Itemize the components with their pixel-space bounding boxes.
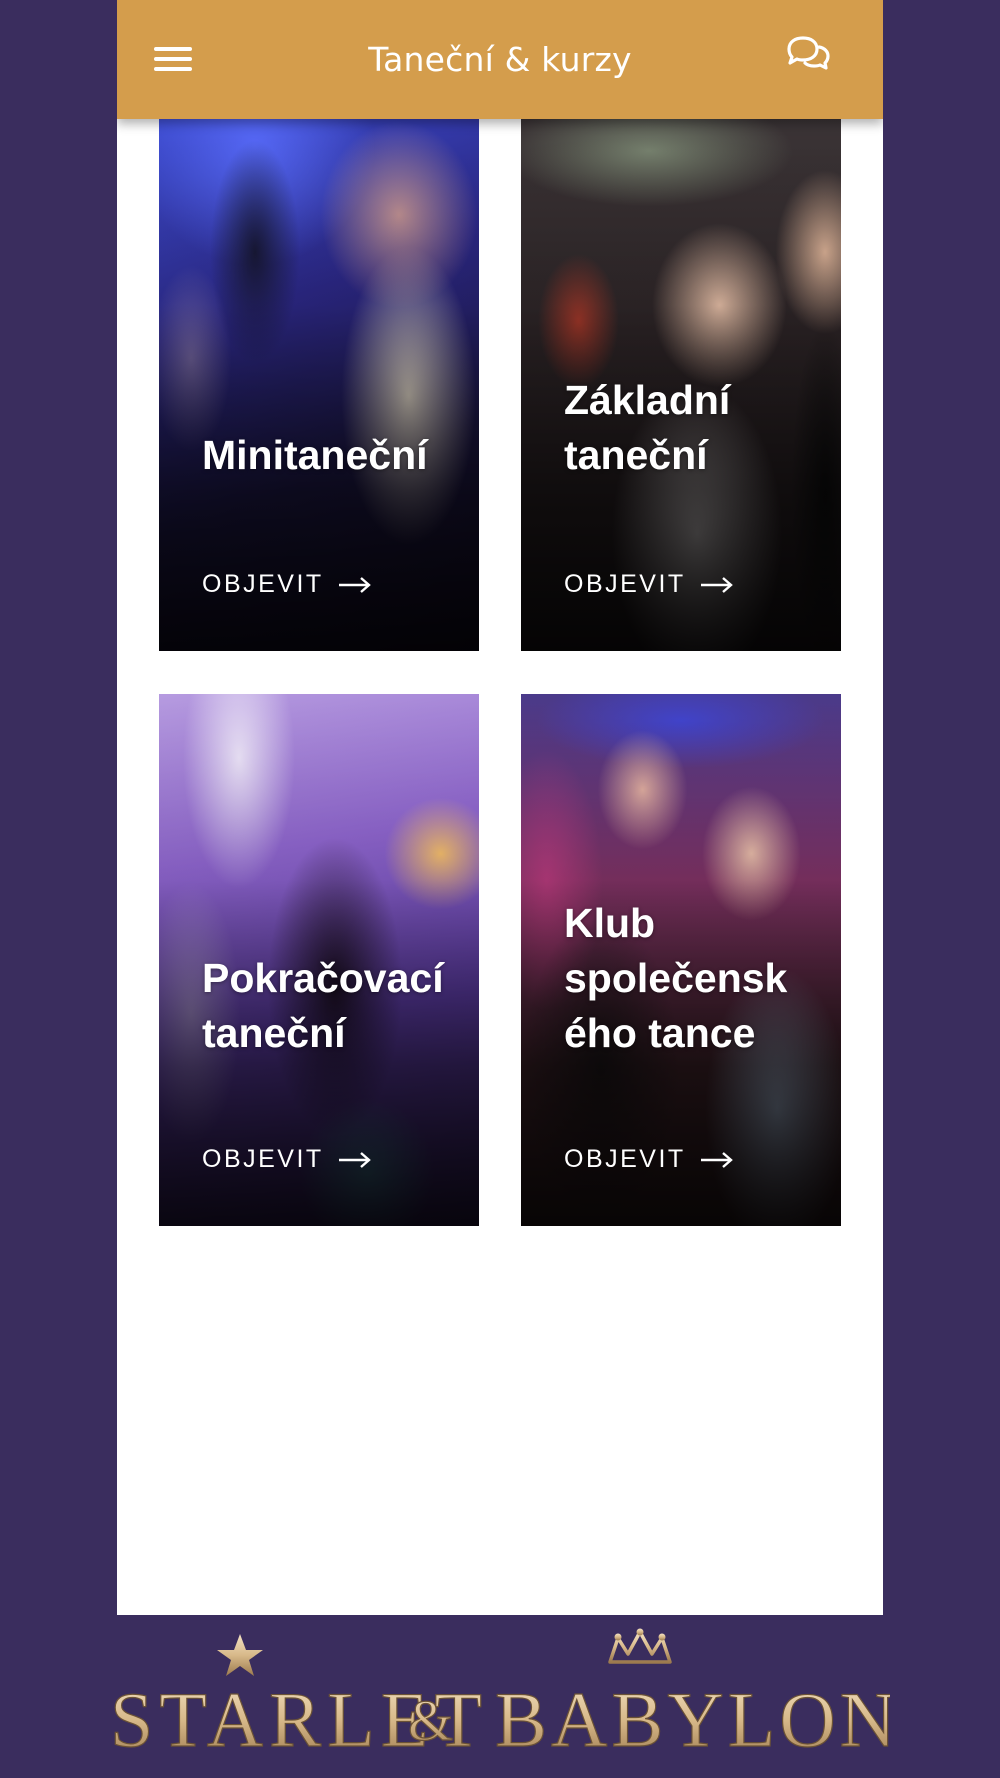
discover-label: OBJEVIT <box>202 570 324 598</box>
app-panel: Taneční & kurzy Minitaneční OBJEVIT Zákl… <box>117 0 883 1615</box>
top-app-bar: Taneční & kurzy <box>117 0 883 119</box>
discover-link[interactable]: OBJEVIT <box>202 1145 372 1174</box>
discover-link[interactable]: OBJEVIT <box>564 570 734 599</box>
arrow-right-icon <box>700 1151 733 1168</box>
discover-link[interactable]: OBJEVIT <box>202 570 372 599</box>
course-title: Klub společensk ého tance <box>564 900 788 1056</box>
arrow-right-icon <box>700 576 733 593</box>
hamburger-menu-icon[interactable] <box>154 42 194 72</box>
chat-bubbles-icon[interactable] <box>783 35 831 75</box>
course-title: Minitaneční <box>202 432 428 478</box>
starlet-babylon-logo: STARLET & BABYLON <box>110 1628 890 1764</box>
course-card-minitanecni[interactable]: Minitaneční OBJEVIT <box>159 119 479 651</box>
course-title: Základní taneční <box>564 377 731 478</box>
discover-label: OBJEVIT <box>202 1145 324 1173</box>
svg-text:BABYLON: BABYLON <box>495 1676 890 1763</box>
course-title: Pokračovací taneční <box>202 955 444 1056</box>
discover-label: OBJEVIT <box>564 1145 686 1173</box>
course-card-klub[interactable]: Klub společensk ého tance OBJEVIT <box>521 694 841 1226</box>
svg-text:&: & <box>408 1688 453 1753</box>
course-card-zakladni[interactable]: Základní taneční OBJEVIT <box>521 119 841 651</box>
arrow-right-icon <box>338 576 371 593</box>
arrow-right-icon <box>338 1151 371 1168</box>
discover-link[interactable]: OBJEVIT <box>564 1145 734 1174</box>
page-title: Taneční & kurzy <box>368 40 632 79</box>
discover-label: OBJEVIT <box>564 570 686 598</box>
course-card-pokracovaci[interactable]: Pokračovací taneční OBJEVIT <box>159 694 479 1226</box>
